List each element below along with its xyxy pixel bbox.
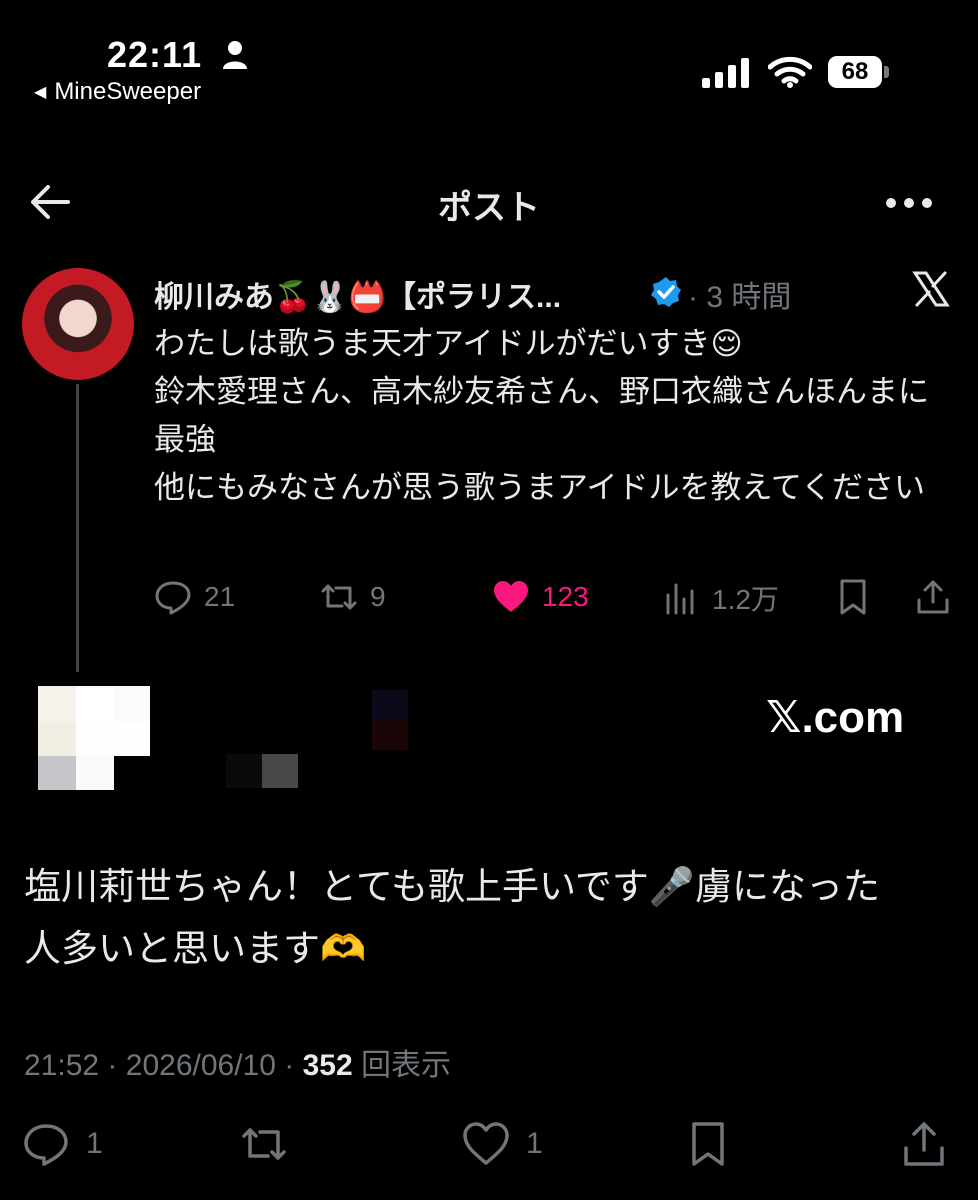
- wifi-icon: [768, 56, 812, 88]
- repost-action[interactable]: 9: [320, 578, 386, 616]
- cellular-signal-icon: [702, 58, 749, 88]
- repost-count: 9: [370, 581, 386, 612]
- views-action[interactable]: 1.2万: [662, 578, 779, 618]
- battery-level: 68: [828, 56, 882, 88]
- back-triangle-icon: ◀: [34, 84, 47, 101]
- share-icon: [904, 1122, 944, 1166]
- share-action[interactable]: [900, 1120, 948, 1168]
- like-count: 1: [526, 1127, 543, 1160]
- xcom-watermark: 𝕏.com: [766, 693, 905, 742]
- reply-action[interactable]: 21: [154, 578, 235, 616]
- battery-nub: [884, 66, 889, 78]
- like-count: 123: [542, 581, 589, 612]
- bookmark-action[interactable]: [684, 1120, 732, 1168]
- author-name[interactable]: 柳川みあ🍒🐰📛【ポラリス...: [154, 272, 561, 316]
- bookmark-action[interactable]: [834, 578, 872, 616]
- bookmark-icon: [692, 1122, 724, 1166]
- reply-meta: 21:52 · 2026/06/10 · 352 回表示: [24, 1040, 451, 1084]
- heart-filled-icon: [494, 581, 528, 612]
- reply-action[interactable]: 1: [22, 1120, 103, 1168]
- bookmark-icon: [840, 579, 866, 615]
- heart-icon: [463, 1122, 509, 1165]
- back-to-app[interactable]: ◀ MineSweeper: [34, 78, 201, 106]
- thread-line: [76, 384, 79, 672]
- share-icon: [917, 580, 949, 614]
- reply-time: 21:52: [24, 1049, 100, 1082]
- views-chart-icon: [666, 583, 694, 615]
- reply-date: 2026/06/10: [125, 1049, 276, 1082]
- reply-count: 1: [86, 1127, 103, 1160]
- like-action[interactable]: 1: [462, 1120, 543, 1168]
- share-action[interactable]: [914, 578, 952, 616]
- post-time: · 3 時間: [688, 281, 792, 314]
- meta-separator: ·: [284, 1049, 295, 1082]
- reply-icon: [24, 1124, 68, 1166]
- battery-indicator: 68: [828, 56, 890, 90]
- repost-icon: [321, 584, 357, 610]
- more-options-icon[interactable]: [884, 196, 934, 210]
- reply-view-label: 回表示: [361, 1049, 452, 1082]
- verified-badge-icon: [651, 277, 681, 307]
- reply-count: 21: [204, 581, 236, 612]
- author-avatar[interactable]: [22, 268, 134, 380]
- repost-icon: [242, 1128, 286, 1160]
- view-count: 1.2万: [712, 584, 779, 615]
- repost-action[interactable]: [240, 1120, 288, 1168]
- x-logo-icon: [912, 271, 950, 307]
- page-title: ポスト: [438, 189, 540, 227]
- reply-view-count: 352: [302, 1049, 353, 1082]
- person-icon: [223, 41, 247, 69]
- status-time: 22:11: [107, 34, 203, 75]
- reply-icon: [155, 581, 191, 615]
- reply-actions: 1 1: [22, 1120, 962, 1168]
- meta-separator: ·: [107, 1049, 118, 1082]
- reply-text: 塩川莉世ちゃん！とても歌上手いです🎤虜になった 人多いと思います🫶: [24, 866, 880, 969]
- like-action[interactable]: 123: [492, 578, 589, 616]
- post-text: わたしは歌うま天才アイドルがだいすき😌 鈴木愛理さん、高木紗友希さん、野口衣織さ…: [154, 326, 929, 505]
- back-app-label: MineSweeper: [54, 78, 202, 105]
- post-actions: 21 9 123 1.2万: [154, 578, 954, 622]
